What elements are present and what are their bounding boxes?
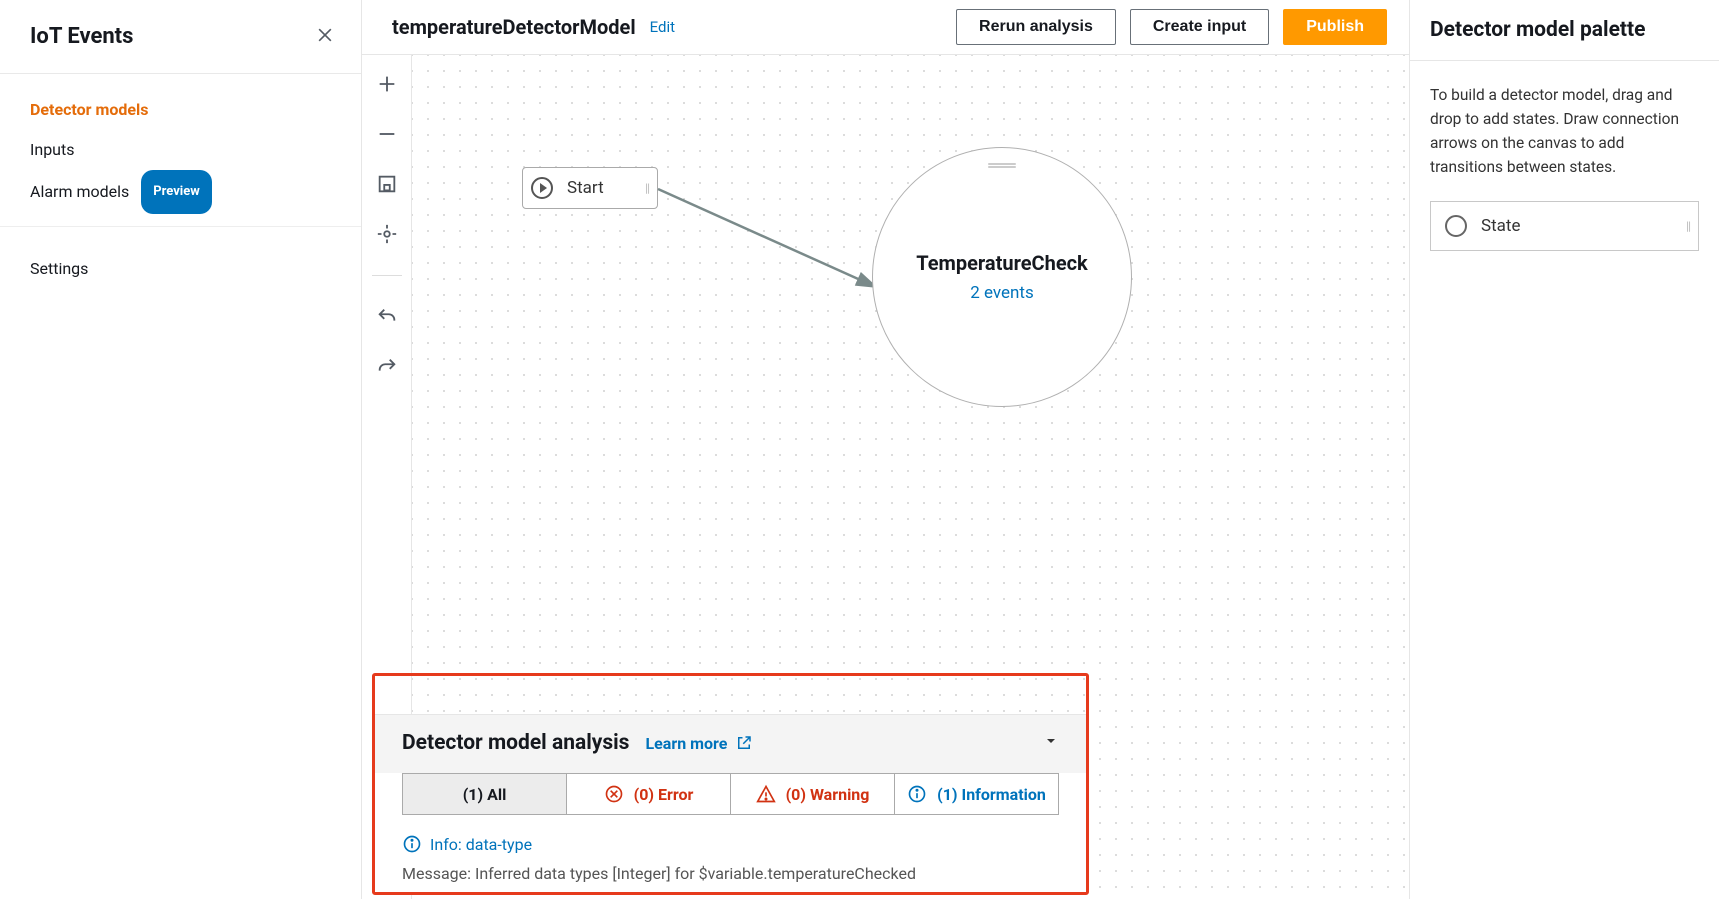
palette-item-label: State — [1481, 213, 1520, 239]
tab-error-label: (0) Error — [634, 785, 694, 804]
warning-icon — [756, 784, 776, 804]
center-column: temperatureDetectorModel Edit Rerun anal… — [362, 0, 1409, 899]
state-events-link[interactable]: 2 events — [970, 283, 1034, 303]
tab-all-label: (1) All — [463, 785, 507, 804]
analysis-message-body: Message: Inferred data types [Integer] f… — [402, 864, 1059, 883]
close-icon[interactable] — [315, 25, 335, 49]
main-area: temperatureDetectorModel Edit Rerun anal… — [362, 0, 1719, 899]
analysis-message: Info: data-type Message: Inferred data t… — [374, 814, 1087, 893]
redo-icon[interactable] — [376, 356, 398, 378]
state-shape-icon — [1445, 215, 1467, 237]
transition-arrow — [656, 177, 886, 299]
palette-panel: Detector model palette To build a detect… — [1409, 0, 1719, 899]
nav-settings[interactable]: Settings — [30, 249, 331, 289]
collapse-icon[interactable] — [1043, 733, 1059, 753]
learn-more-link[interactable]: Learn more — [645, 734, 753, 753]
start-node[interactable]: Start || — [522, 167, 658, 209]
play-icon — [531, 177, 553, 199]
zoom-in-icon[interactable] — [376, 73, 398, 95]
left-sidebar: IoT Events Detector models Inputs Alarm … — [0, 0, 362, 899]
create-input-button[interactable]: Create input — [1130, 9, 1269, 45]
drag-handle-icon[interactable]: || — [645, 181, 649, 195]
external-link-icon — [735, 734, 753, 752]
zoom-out-icon[interactable] — [376, 123, 398, 145]
tab-error[interactable]: (0) Error — [567, 774, 731, 814]
nav-label: Settings — [30, 249, 88, 289]
nav-label: Alarm models — [30, 172, 129, 212]
analysis-message-title: Info: data-type — [430, 835, 532, 854]
palette-title: Detector model palette — [1410, 0, 1719, 61]
top-bar: temperatureDetectorModel Edit Rerun anal… — [362, 0, 1409, 54]
info-icon — [402, 834, 422, 854]
analysis-tabs: (1) All (0) Error (0) Warning (1) Inform… — [402, 773, 1059, 815]
error-icon — [604, 784, 624, 804]
edit-link[interactable]: Edit — [650, 18, 675, 36]
nav-label: Inputs — [30, 130, 74, 170]
rerun-analysis-button[interactable]: Rerun analysis — [956, 9, 1116, 45]
palette-item-state[interactable]: State || — [1430, 201, 1699, 251]
tab-info-label: (1) Information — [937, 785, 1046, 804]
state-name: TemperatureCheck — [916, 251, 1087, 275]
analysis-panel: Detector model analysis Learn more (1) A… — [374, 714, 1087, 893]
analysis-header: Detector model analysis Learn more — [374, 715, 1087, 773]
state-node[interactable]: TemperatureCheck 2 events — [872, 147, 1132, 407]
palette-help-text: To build a detector model, drag and drop… — [1430, 83, 1699, 179]
nav-detector-models[interactable]: Detector models — [30, 90, 331, 130]
preview-badge: Preview — [141, 170, 212, 214]
tab-warning[interactable]: (0) Warning — [731, 774, 895, 814]
canvas-area: Start || TemperatureCheck 2 events — [362, 54, 1409, 899]
analysis-message-title-row[interactable]: Info: data-type — [402, 834, 1059, 854]
tab-all[interactable]: (1) All — [403, 774, 567, 814]
nav-alarm-models[interactable]: Alarm models Preview — [30, 170, 331, 214]
recenter-icon[interactable] — [376, 223, 398, 245]
drag-handle-icon[interactable]: || — [1686, 217, 1690, 236]
fit-screen-icon[interactable] — [376, 173, 398, 195]
start-label: Start — [567, 178, 604, 198]
drag-handle-icon[interactable] — [988, 162, 1016, 168]
sidebar-header: IoT Events — [0, 0, 361, 74]
info-icon — [907, 784, 927, 804]
nav-group-main: Detector models Inputs Alarm models Prev… — [0, 74, 361, 227]
tab-information[interactable]: (1) Information — [895, 774, 1058, 814]
undo-icon[interactable] — [376, 306, 398, 328]
publish-button[interactable]: Publish — [1283, 9, 1387, 45]
nav-inputs[interactable]: Inputs — [30, 130, 331, 170]
model-name: temperatureDetectorModel — [392, 15, 636, 39]
analysis-title: Detector model analysis — [402, 731, 629, 755]
palette-body: To build a detector model, drag and drop… — [1410, 61, 1719, 273]
nav-label: Detector models — [30, 90, 149, 130]
tab-warning-label: (0) Warning — [786, 785, 870, 804]
learn-more-label: Learn more — [645, 734, 727, 753]
service-title: IoT Events — [30, 24, 133, 49]
